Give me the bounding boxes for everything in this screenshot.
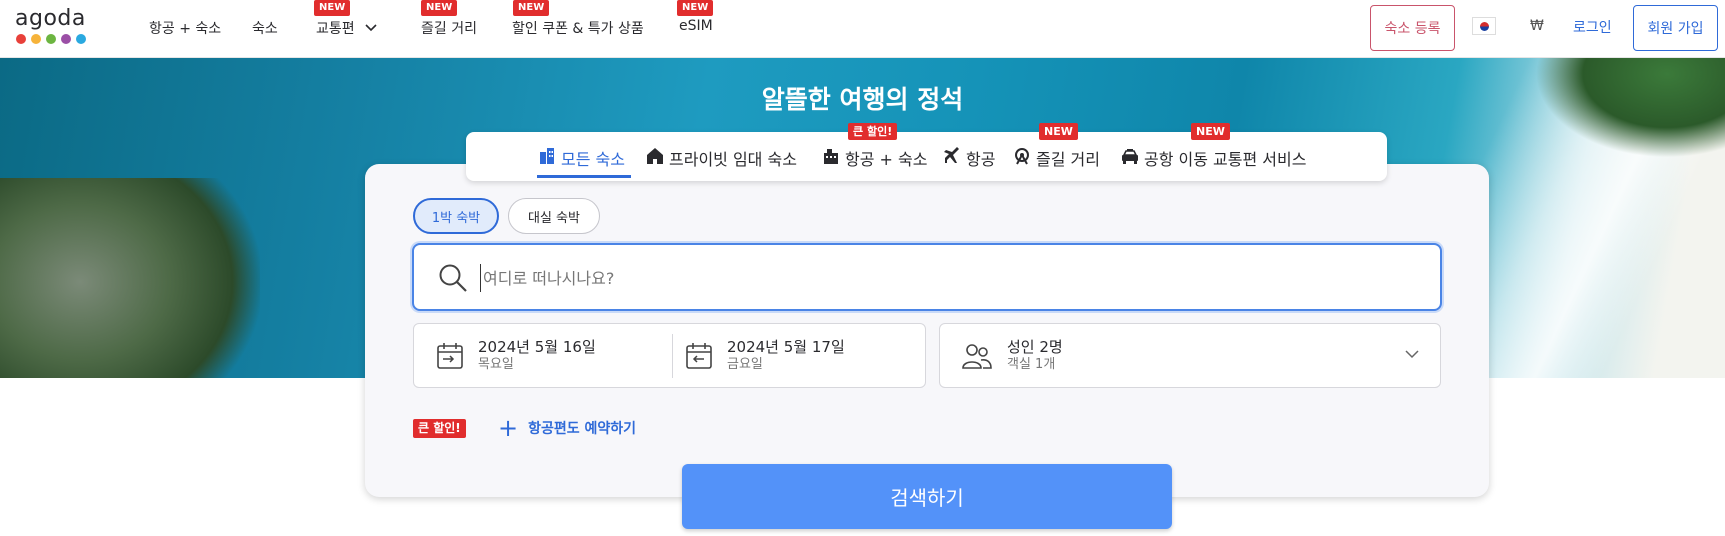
plus-icon: + bbox=[498, 414, 519, 442]
nav-item-label: 할인 쿠폰 & 특가 상품 bbox=[512, 21, 644, 37]
add-flight-button[interactable]: + 항공편도 예약하기 bbox=[498, 414, 637, 442]
new-badge: NEW bbox=[513, 0, 550, 16]
new-badge: NEW bbox=[677, 0, 714, 16]
checkin-weekday: 목요일 bbox=[478, 357, 514, 372]
hero-title: 알뜰한 여행의 정석 bbox=[761, 85, 964, 114]
tab-flight-hotel[interactable]: 큰 할인! 항공 + 숙소 bbox=[822, 123, 928, 170]
nav-item-activities[interactable]: NEW 즐길 거리 bbox=[421, 0, 477, 38]
destination-input[interactable] bbox=[480, 264, 1380, 292]
day-use-stay-toggle[interactable]: 대실 숙박 bbox=[508, 198, 600, 234]
chevron-down-icon bbox=[365, 22, 377, 35]
top-header: agoda 항공 + 숙소 숙소 NEW 교통편 NEW 즐길 거리 NEW 할… bbox=[0, 0, 1725, 58]
overnight-stay-toggle[interactable]: 1박 숙박 bbox=[413, 198, 499, 234]
house-icon bbox=[646, 147, 664, 169]
nav-item-label: eSIM bbox=[679, 18, 713, 34]
new-badge: NEW bbox=[1039, 123, 1078, 140]
guests-icon bbox=[962, 343, 992, 369]
search-button[interactable]: 검색하기 bbox=[682, 464, 1172, 529]
tab-flights[interactable]: 항공 bbox=[943, 146, 995, 170]
nav-item-label: 항공 + 숙소 bbox=[149, 21, 222, 37]
search-icon bbox=[439, 264, 467, 292]
tab-private-rentals[interactable]: 프라이빗 임대 숙소 bbox=[646, 146, 797, 170]
tab-airport-transfer[interactable]: NEW 공항 이동 교통편 서비스 bbox=[1121, 123, 1307, 170]
building-icon bbox=[538, 147, 556, 169]
calendar-checkout-icon bbox=[686, 342, 712, 369]
airplane-icon bbox=[943, 147, 961, 169]
checkout-date: 2024년 5월 17일 bbox=[727, 338, 845, 356]
register-property-button[interactable]: 숙소 등록 bbox=[1370, 5, 1455, 51]
tab-label: 항공 bbox=[966, 150, 996, 169]
nav-item-transport[interactable]: NEW 교통편 bbox=[314, 0, 377, 38]
logo-wordmark: agoda bbox=[15, 6, 86, 31]
date-picker[interactable]: 2024년 5월 16일 목요일 2024년 5월 17일 금요일 bbox=[413, 323, 926, 388]
nav-item-deals[interactable]: NEW 할인 쿠폰 & 특가 상품 bbox=[512, 0, 644, 38]
currency-selector[interactable]: ₩ bbox=[1530, 18, 1544, 34]
new-badge: NEW bbox=[1191, 123, 1230, 140]
chevron-down-icon bbox=[1405, 350, 1419, 359]
new-badge: NEW bbox=[314, 0, 351, 16]
ferris-wheel-icon bbox=[1013, 147, 1031, 169]
login-link[interactable]: 로그인 bbox=[1573, 17, 1612, 37]
guest-selector[interactable]: 성인 2명 객실 1개 bbox=[939, 323, 1441, 388]
korea-flag-icon[interactable] bbox=[1472, 17, 1496, 35]
signup-button[interactable]: 회원 가입 bbox=[1633, 5, 1718, 51]
car-icon bbox=[1121, 147, 1139, 169]
room-count: 객실 1개 bbox=[1007, 357, 1056, 372]
tab-label: 항공 + 숙소 bbox=[845, 150, 928, 169]
agoda-logo[interactable]: agoda bbox=[15, 8, 90, 50]
tab-all-stays[interactable]: 모든 숙소 bbox=[538, 146, 625, 170]
tab-label: 프라이빗 임대 숙소 bbox=[669, 150, 797, 169]
tab-activities[interactable]: NEW 즐길 거리 bbox=[1013, 123, 1100, 170]
checkout-field[interactable]: 2024년 5월 17일 금요일 bbox=[672, 324, 928, 387]
product-tabs: 모든 숙소 프라이빗 임대 숙소 큰 할인! 항공 + 숙소 항공 NEW 즐길… bbox=[466, 123, 1387, 181]
new-badge: NEW bbox=[421, 0, 458, 16]
nav-item-label: 즐길 거리 bbox=[421, 21, 477, 37]
big-discount-badge: 큰 할인! bbox=[413, 419, 466, 438]
calendar-checkin-icon bbox=[437, 342, 463, 369]
hotel-flight-icon bbox=[822, 147, 840, 169]
nav-item-hotels[interactable]: 숙소 bbox=[252, 18, 278, 38]
checkout-weekday: 금요일 bbox=[727, 357, 763, 372]
destination-search-box[interactable] bbox=[412, 243, 1442, 311]
checkin-field[interactable]: 2024년 5월 16일 목요일 bbox=[414, 324, 670, 387]
hero-island-image bbox=[0, 178, 260, 378]
nav-item-flight-hotel[interactable]: 항공 + 숙소 bbox=[149, 18, 221, 38]
adult-count: 성인 2명 bbox=[1007, 338, 1063, 356]
tab-label: 즐길 거리 bbox=[1036, 150, 1100, 169]
search-card: 1박 숙박 대실 숙박 2024년 5월 16일 목요일 2024년 5월 17… bbox=[365, 164, 1489, 497]
add-flight-label: 항공편도 예약하기 bbox=[528, 421, 637, 437]
big-discount-badge: 큰 할인! bbox=[848, 123, 898, 140]
active-tab-indicator bbox=[537, 175, 631, 178]
tab-label: 모든 숙소 bbox=[561, 150, 625, 169]
nav-item-label: 교통편 bbox=[316, 21, 355, 37]
nav-item-label: 숙소 bbox=[252, 21, 278, 37]
logo-dots bbox=[15, 34, 90, 44]
tab-label: 공항 이동 교통편 서비스 bbox=[1144, 150, 1307, 169]
nav-item-esim[interactable]: NEW eSIM bbox=[677, 0, 714, 34]
checkin-date: 2024년 5월 16일 bbox=[478, 338, 596, 356]
